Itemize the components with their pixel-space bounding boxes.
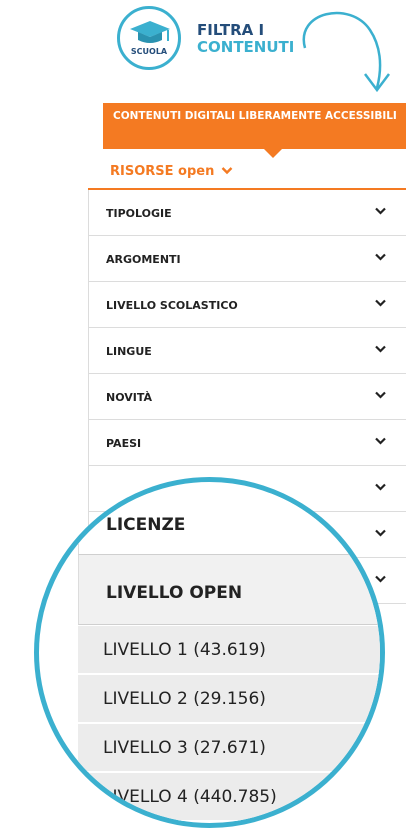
level-option-2[interactable]: LIVELLO 2 (29.156) bbox=[78, 675, 380, 723]
chevron-down-icon bbox=[375, 437, 386, 445]
header-pointer bbox=[264, 149, 282, 158]
filter-lingue[interactable]: LINGUE bbox=[88, 328, 406, 374]
filter-label: LICENZE bbox=[106, 515, 186, 535]
filter-livello-open[interactable]: LIVELLO OPEN bbox=[78, 555, 380, 625]
logo-badge-text: SCUOLA bbox=[130, 47, 168, 56]
filter-licenze[interactable]: LICENZE bbox=[78, 493, 380, 555]
filter-label: LIVELLO OPEN bbox=[106, 583, 243, 603]
filter-livello-scolastico[interactable]: LIVELLO SCOLASTICO bbox=[88, 282, 406, 328]
section-header: CONTENUTI DIGITALI LIBERAMENTE ACCESSIBI… bbox=[103, 103, 406, 149]
filter-label: NOVITÀ bbox=[106, 391, 153, 404]
curved-arrow-icon bbox=[302, 11, 390, 93]
logo-title: FILTRA I CONTENUTI bbox=[197, 21, 295, 56]
level-option-1[interactable]: LIVELLO 1 (43.619) bbox=[78, 626, 380, 674]
chevron-down-icon bbox=[375, 391, 386, 399]
filter-label: PAESI bbox=[106, 437, 142, 450]
chevron-down-icon bbox=[375, 207, 386, 215]
scuola-logo: SCUOLA bbox=[117, 6, 181, 70]
filter-paesi[interactable]: PAESI bbox=[88, 420, 406, 466]
filter-label: TIPOLOGIE bbox=[106, 207, 172, 220]
chevron-down-icon bbox=[375, 253, 386, 261]
level-label: LIVELLO 3 (27.671) bbox=[103, 738, 266, 758]
magnifier-lens: LICENZE LIVELLO OPEN LIVELLO 1 (43.619) … bbox=[34, 477, 385, 828]
chevron-down-icon bbox=[375, 299, 386, 307]
level-option-3[interactable]: LIVELLO 3 (27.671) bbox=[78, 724, 380, 772]
filter-label: LIVELLO SCOLASTICO bbox=[106, 299, 238, 312]
level-label: LIVELLO 2 (29.156) bbox=[103, 689, 266, 709]
graduation-cap-icon bbox=[130, 21, 170, 43]
filter-argomenti[interactable]: ARGOMENTI bbox=[88, 236, 406, 282]
filter-tipologie[interactable]: TIPOLOGIE bbox=[88, 190, 406, 236]
level-label: LIVELLO 1 (43.619) bbox=[103, 640, 266, 660]
resources-dropdown[interactable]: RISORSE open bbox=[110, 164, 233, 179]
level-label: LIVELLO 4 (440.785) bbox=[103, 787, 277, 807]
chevron-down-icon bbox=[375, 345, 386, 353]
chevron-down-icon bbox=[221, 167, 233, 175]
level-option-4[interactable]: LIVELLO 4 (440.785) bbox=[78, 773, 380, 821]
filter-label: LINGUE bbox=[106, 345, 152, 358]
filter-novita[interactable]: NOVITÀ bbox=[88, 374, 406, 420]
filter-label: ARGOMENTI bbox=[106, 253, 181, 266]
